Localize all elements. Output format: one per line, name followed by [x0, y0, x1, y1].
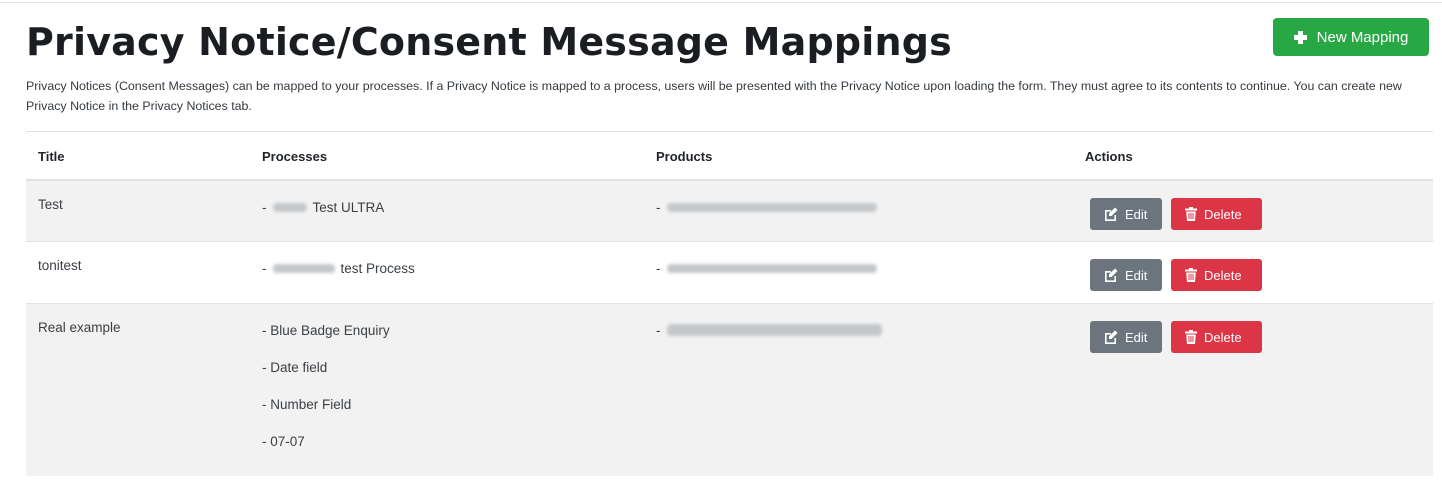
table-row: tonitest - test Process - Edit Delete: [26, 241, 1433, 303]
product-item: -: [656, 320, 882, 340]
product-item: -: [656, 258, 877, 278]
edit-icon: [1105, 268, 1118, 282]
redacted-text: [272, 263, 335, 273]
row-title: tonitest: [38, 258, 82, 273]
process-item: - Blue Badge Enquiry: [262, 322, 390, 338]
new-mapping-button[interactable]: New Mapping: [1273, 18, 1429, 56]
row-processes: - Blue Badge Enquiry - Date field - Numb…: [262, 320, 390, 451]
row-products: -: [656, 258, 877, 278]
row-actions: Edit Delete: [1090, 259, 1262, 291]
column-header-title: Title: [38, 149, 65, 164]
column-header-processes: Processes: [262, 149, 328, 164]
edit-icon: [1105, 330, 1118, 344]
table-row: Real example - Blue Badge Enquiry - Date…: [26, 303, 1433, 476]
column-header-products: Products: [656, 149, 713, 164]
column-header-actions: Actions: [1085, 149, 1133, 164]
delete-button[interactable]: Delete: [1171, 198, 1262, 230]
row-title: Test: [38, 197, 63, 212]
process-item: - Date field: [262, 359, 328, 375]
row-processes: - Test ULTRA: [262, 197, 384, 217]
edit-icon: [1105, 207, 1118, 221]
page-description: Privacy Notices (Consent Messages) can b…: [26, 79, 1402, 113]
new-mapping-label: New Mapping: [1316, 28, 1409, 46]
process-item: - test Process: [262, 260, 415, 276]
top-divider: [0, 2, 1442, 3]
trash-icon: [1185, 330, 1197, 344]
edit-button[interactable]: Edit: [1090, 259, 1162, 291]
row-actions: Edit Delete: [1090, 198, 1262, 230]
redacted-text: [666, 324, 882, 336]
table-row: Test - Test ULTRA - Edit Delete: [26, 179, 1433, 241]
row-actions: Edit Delete: [1090, 321, 1262, 353]
edit-button[interactable]: Edit: [1090, 321, 1162, 353]
trash-icon: [1185, 207, 1197, 221]
delete-button[interactable]: Delete: [1171, 321, 1262, 353]
plus-icon: [1293, 30, 1307, 44]
process-item: - Test ULTRA: [262, 199, 385, 215]
row-products: -: [656, 320, 882, 340]
product-item: -: [656, 197, 877, 217]
mappings-table: Title Processes Products Actions Test - …: [26, 131, 1433, 476]
row-products: -: [656, 197, 877, 217]
process-item: - Number Field: [262, 396, 352, 412]
redacted-text: [272, 202, 307, 212]
table-header-row: Title Processes Products Actions: [26, 132, 1433, 179]
page-title: Privacy Notice/Consent Message Mappings: [26, 20, 952, 64]
redacted-text: [666, 263, 877, 273]
edit-button[interactable]: Edit: [1090, 198, 1162, 230]
process-item: - 07-07: [262, 433, 305, 449]
redacted-text: [666, 202, 877, 212]
delete-button[interactable]: Delete: [1171, 259, 1262, 291]
row-processes: - test Process: [262, 258, 415, 278]
trash-icon: [1185, 268, 1197, 282]
row-title: Real example: [38, 320, 121, 335]
